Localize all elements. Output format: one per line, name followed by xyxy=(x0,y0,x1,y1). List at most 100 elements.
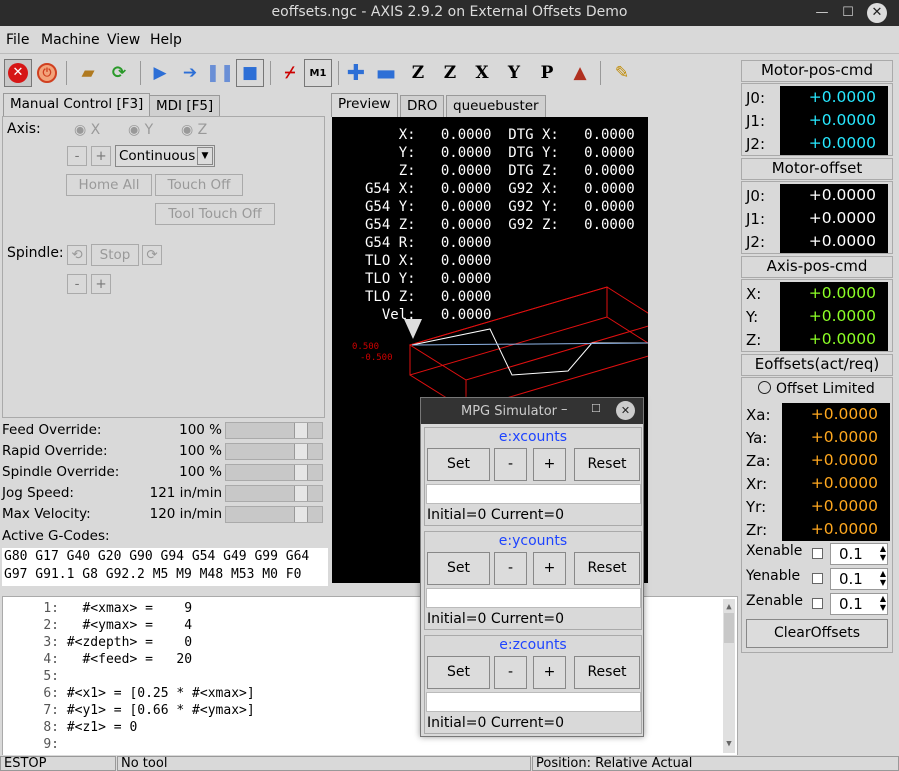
code-line: 4: #<feed> = 20 xyxy=(3,651,192,668)
yenable-checkbox[interactable] xyxy=(812,573,823,584)
maximize-icon[interactable]: ☐ xyxy=(838,3,858,23)
line-number: 3: xyxy=(43,635,59,650)
zoom-in-icon[interactable]: ✚ xyxy=(342,59,370,87)
jog-speed-slider[interactable] xyxy=(225,485,323,502)
reset-button[interactable]: Reset xyxy=(574,552,640,585)
code-scrollbar[interactable]: ▲ ▼ xyxy=(723,599,735,753)
view-y-icon[interactable]: Y xyxy=(500,59,528,87)
yenable-spinbox[interactable]: 0.1 ▲ ▼ xyxy=(830,568,888,590)
row-value: +0.0000 xyxy=(780,230,888,253)
spindle-plus-button[interactable]: + xyxy=(91,274,111,294)
count-input[interactable] xyxy=(426,588,641,608)
minus-button[interactable]: - xyxy=(494,552,527,585)
tab-preview[interactable]: Preview xyxy=(331,93,398,117)
minus-button[interactable]: - xyxy=(494,656,527,689)
axis-label: Axis: xyxy=(7,121,41,137)
spindle-ccw-icon[interactable]: ⟲ xyxy=(67,245,87,265)
rapid-override-slider[interactable] xyxy=(225,443,323,460)
power-button[interactable]: ⏻ xyxy=(33,59,61,87)
feed-override-slider[interactable] xyxy=(225,422,323,439)
step-icon[interactable]: ➔ xyxy=(176,59,204,87)
jog-minus-button[interactable]: - xyxy=(67,146,87,166)
run-icon[interactable]: ▶ xyxy=(146,59,174,87)
clear-offsets-button[interactable]: ClearOffsets xyxy=(746,619,888,648)
mpg-close-icon[interactable]: ✕ xyxy=(616,401,635,420)
plus-button[interactable]: + xyxy=(533,448,566,481)
count-info: Initial=0 Current=0 xyxy=(427,507,565,523)
axis-radio-x[interactable]: ◉ X xyxy=(74,122,100,138)
row-label: Ya: xyxy=(746,429,768,447)
mpg-maximize-icon[interactable]: ☐ xyxy=(591,402,601,415)
view-z2-icon[interactable]: Z xyxy=(436,59,464,87)
tab-queuebuster[interactable]: queuebuster xyxy=(446,95,546,117)
tool-touch-off-button[interactable]: Tool Touch Off xyxy=(155,203,275,225)
pause-icon[interactable]: ❚❚ xyxy=(206,59,235,87)
line-text: #<x1> = [0.25 * #<xmax>] xyxy=(66,686,255,701)
jog-mode-select[interactable]: Continuous ▼ xyxy=(115,145,215,167)
spindle-override-slider[interactable] xyxy=(225,464,323,481)
row-value: +0.0000 xyxy=(780,86,888,109)
set-button[interactable]: Set xyxy=(427,552,490,585)
dro-line: TLO Z: 0.0000 xyxy=(365,289,492,305)
menu-bar: File Machine View Help xyxy=(0,26,899,54)
view-x-icon[interactable]: X xyxy=(468,59,496,87)
view-rotate-icon[interactable]: ▲ xyxy=(566,59,594,87)
axis-radio-y[interactable]: ◉ Y xyxy=(128,122,153,138)
open-file-icon[interactable]: ▰ xyxy=(74,59,102,87)
zenable-row: Zenable 0.1 ▲ ▼ xyxy=(746,593,888,615)
set-button[interactable]: Set xyxy=(427,656,490,689)
optional-stop-icon[interactable]: M1 xyxy=(304,59,332,87)
dro-line: G54 Y: 0.0000 G92 Y: 0.0000 xyxy=(365,199,635,215)
minus-button[interactable]: - xyxy=(494,448,527,481)
touch-off-button[interactable]: Touch Off xyxy=(155,174,243,196)
mpg-group-x: e:xcounts Set - + Reset Initial=0 Curren… xyxy=(424,427,642,526)
window-title: eoffsets.ngc - AXIS 2.9.2 on External Of… xyxy=(271,4,628,20)
axis-radio-z[interactable]: ◉ Z xyxy=(181,122,207,138)
motor-offset-table: J0: +0.0000 J1: +0.0000 J2: +0.0000 xyxy=(741,181,893,254)
plus-button[interactable]: + xyxy=(533,552,566,585)
menu-machine[interactable]: Machine xyxy=(41,32,100,48)
tab-dro[interactable]: DRO xyxy=(400,95,445,117)
block-delete-icon[interactable]: ⌿ xyxy=(276,59,304,87)
max-velocity-slider[interactable] xyxy=(225,506,323,523)
plus-button[interactable]: + xyxy=(533,656,566,689)
stop-icon[interactable]: ■ xyxy=(236,59,264,87)
line-number: 8: xyxy=(43,720,59,735)
zenable-spinbox[interactable]: 0.1 ▲ ▼ xyxy=(830,593,888,615)
spindle-stop-button[interactable]: Stop xyxy=(91,244,139,266)
row-label: Za: xyxy=(746,452,771,470)
clear-plot-icon[interactable]: ✎ xyxy=(608,59,636,87)
view-p-icon[interactable]: P xyxy=(533,59,561,87)
jog-plus-button[interactable]: + xyxy=(91,146,111,166)
zoom-out-icon[interactable]: ▬ xyxy=(372,59,400,87)
reset-button[interactable]: Reset xyxy=(574,448,640,481)
minimize-icon[interactable]: — xyxy=(812,3,832,23)
reload-icon[interactable]: ⟳ xyxy=(105,59,133,87)
menu-file[interactable]: File xyxy=(6,32,29,48)
mpg-minimize-icon[interactable]: – xyxy=(561,402,568,417)
row-value: +0.0000 xyxy=(782,472,890,495)
reset-button[interactable]: Reset xyxy=(574,656,640,689)
axis-pos-cmd-table: X: +0.0000 Y: +0.0000 Z: +0.0000 xyxy=(741,279,893,352)
row-label: J2: xyxy=(746,233,766,251)
menu-view[interactable]: View xyxy=(107,32,140,48)
xenable-label: Xenable xyxy=(746,543,803,559)
zenable-checkbox[interactable] xyxy=(812,598,823,609)
view-z-icon[interactable]: Z xyxy=(404,59,432,87)
row-label: X: xyxy=(746,285,762,303)
menu-help[interactable]: Help xyxy=(150,32,182,48)
spindle-minus-button[interactable]: - xyxy=(67,274,87,294)
row-label: J1: xyxy=(746,112,766,130)
xenable-checkbox[interactable] xyxy=(812,548,823,559)
spindle-cw-icon[interactable]: ⟳ xyxy=(142,245,162,265)
estop-button[interactable]: ✕ xyxy=(4,59,32,87)
close-icon[interactable]: ✕ xyxy=(867,3,887,23)
home-all-button[interactable]: Home All xyxy=(66,174,152,196)
tab-manual-control[interactable]: Manual Control [F3] xyxy=(3,93,151,117)
row-label: Yr: xyxy=(746,498,767,516)
tab-mdi[interactable]: MDI [F5] xyxy=(149,95,221,117)
set-button[interactable]: Set xyxy=(427,448,490,481)
count-input[interactable] xyxy=(426,692,641,712)
xenable-spinbox[interactable]: 0.1 ▲ ▼ xyxy=(830,543,888,565)
count-input[interactable] xyxy=(426,484,641,504)
